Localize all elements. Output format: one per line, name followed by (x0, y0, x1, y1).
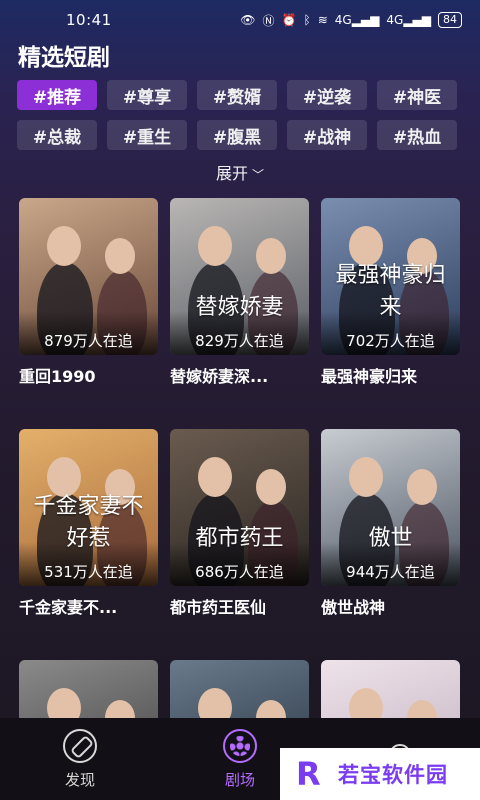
alarm-icon: ⏰ (281, 13, 297, 27)
drama-card[interactable]: 最强神豪归来 702万人在追最强神豪归来 (321, 198, 460, 387)
page-title: 精选短剧 (18, 45, 110, 71)
drama-card[interactable]: 千金家妻不好惹 531万人在追千金家妻不... (19, 429, 158, 618)
status-time: 10:41 (66, 11, 112, 29)
tag-chip[interactable]: #赘婿 (197, 80, 277, 110)
drama-card[interactable]: 879万人在追重回1990 (19, 198, 158, 387)
bluetooth-icon: ᛒ (303, 13, 311, 27)
status-icons: 👁 Ⓝ ⏰ ᛒ ≋ 4G▂▄▆ 4G▂▄▆ 84 (240, 12, 462, 29)
views-count: 829万人在追 (195, 332, 284, 350)
tag-chip[interactable]: #逆袭 (287, 80, 367, 110)
views-count: 702万人在追 (346, 332, 435, 350)
poster-figure-head (105, 238, 135, 274)
tab-label: 发现 (64, 770, 95, 789)
compass-icon (63, 728, 97, 763)
drama-title[interactable]: 千金家妻不... (19, 594, 158, 618)
views-count: 686万人在追 (195, 563, 284, 581)
expand-tags-button[interactable]: 展开 ﹀ (0, 160, 480, 184)
drama-title[interactable]: 都市药王医仙 (170, 594, 309, 618)
signal-icon-b: 4G▂▄▆ (386, 13, 431, 27)
views-count: 944万人在追 (346, 563, 435, 581)
watermark-logo: R (296, 755, 321, 793)
tag-chip[interactable]: #神医 (377, 80, 457, 110)
poster-figure-head (256, 469, 286, 505)
tag-chip[interactable]: #重生 (107, 120, 187, 150)
tag-chip[interactable]: #战神 (287, 120, 367, 150)
tag-chip[interactable]: #推荐 (17, 80, 97, 110)
drama-poster[interactable]: 879万人在追 (19, 198, 158, 355)
drama-poster[interactable]: 千金家妻不好惹 531万人在追 (19, 429, 158, 586)
watermark: R 若宝软件园 (280, 748, 480, 800)
drama-title[interactable]: 最强神豪归来 (321, 363, 460, 387)
signal-icon-a: 4G▂▄▆ (334, 13, 380, 27)
poster-figure-head (47, 226, 81, 266)
tag-chip[interactable]: #热血 (377, 120, 457, 150)
tab-discover[interactable]: 发现 (0, 718, 160, 800)
drama-card[interactable]: 都市药王 686万人在追都市药王医仙 (170, 429, 309, 618)
drama-card[interactable]: 替嫁娇妻 829万人在追替嫁娇妻深... (170, 198, 309, 387)
drama-card[interactable]: 傲世 944万人在追傲世战神 (321, 429, 460, 618)
eye-icon: 👁 (240, 13, 256, 27)
signal-a-label: 4G (334, 13, 352, 27)
poster-figure-head (349, 457, 383, 497)
poster-figure-head (256, 238, 286, 274)
poster-figure-head (198, 457, 232, 497)
views-count: 531万人在追 (44, 563, 133, 581)
watermark-text: 若宝软件园 (338, 763, 448, 787)
drama-title[interactable]: 重回1990 (19, 363, 158, 387)
drama-poster[interactable]: 最强神豪归来 702万人在追 (321, 198, 460, 355)
wifi-icon: ≋ (317, 13, 328, 27)
battery-indicator: 84 (438, 12, 462, 28)
tab-label: 剧场 (224, 770, 255, 789)
drama-poster[interactable]: 替嫁娇妻 829万人在追 (170, 198, 309, 355)
signal-b-label: 4G (386, 13, 404, 27)
tag-chip[interactable]: #总裁 (17, 120, 97, 150)
poster-figure-head (198, 226, 232, 266)
views-count: 879万人在追 (44, 332, 133, 350)
nfc-icon: Ⓝ (262, 13, 275, 28)
film-reel-icon (223, 728, 257, 763)
drama-grid: 879万人在追 重回1990 替嫁娇妻 829万人在追 替嫁娇妻深... 最强神豪归来 70… (19, 198, 463, 800)
drama-title[interactable]: 替嫁娇妻深... (170, 363, 309, 387)
tag-chip[interactable]: #腹黑 (197, 120, 277, 150)
status-bar: 10:41 👁 Ⓝ ⏰ ᛒ ≋ 4G▂▄▆ 4G▂▄▆ 84 (0, 0, 480, 40)
drama-poster[interactable]: 都市药王 686万人在追 (170, 429, 309, 586)
expand-label: 展开 (215, 164, 248, 183)
drama-title[interactable]: 傲世战神 (321, 594, 460, 618)
tag-chip[interactable]: #尊享 (107, 80, 187, 110)
tag-filter-list: #推荐 #尊享 #赘婿 #逆袭 #神医 #总裁 #重生 #腹黑 #战神 #热血 (17, 80, 457, 150)
drama-poster[interactable]: 傲世 944万人在追 (321, 429, 460, 586)
chevron-down-icon: ﹀ (252, 168, 265, 182)
poster-figure-head (407, 469, 437, 505)
